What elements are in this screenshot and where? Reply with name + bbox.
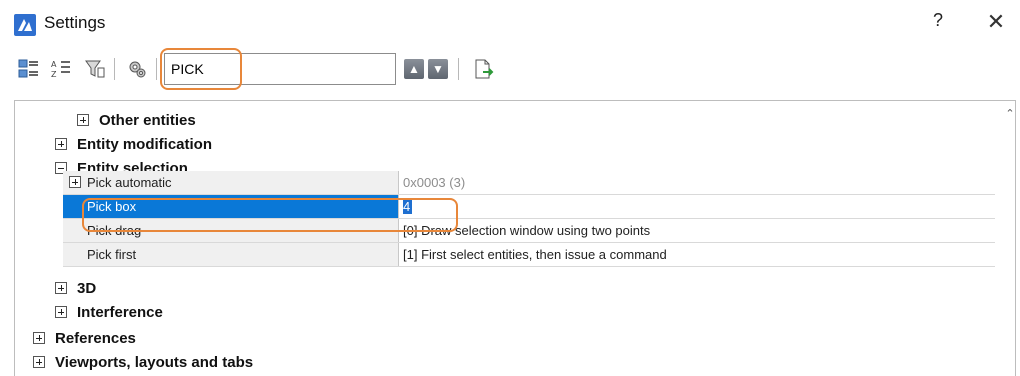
close-button[interactable]: ✕ [982,8,1010,36]
expand-icon[interactable] [33,332,45,344]
search-input[interactable] [169,58,391,80]
search-box [164,53,396,85]
property-name-cell: Pick drag [63,219,399,242]
toolbar-separator [114,58,115,80]
tree-group-entity-modification[interactable]: Entity modification [15,133,995,157]
scroll-up-icon[interactable]: ⌃ [1005,109,1015,120]
property-row-pick-first[interactable]: Pick first [1] First select entities, th… [63,243,995,267]
property-grid: Pick automatic 0x0003 (3) Pick box 4 Pic… [63,171,995,267]
settings-tree: Other entities Entity modification Entit… [14,100,1016,376]
property-value: 0x0003 (3) [403,175,466,190]
group-label: Interference [77,304,163,321]
property-value: [0] Draw selection window using two poin… [403,223,651,238]
toolbar: A Z ▲ ▼ [0,46,1020,94]
alphabetical-view-icon[interactable]: A Z [50,58,72,80]
property-value-cell[interactable]: 0x0003 (3) [399,171,995,194]
group-label: Entity modification [77,136,212,153]
toolbar-separator [156,58,157,80]
group-label: 3D [77,280,97,297]
settings-icon[interactable] [126,58,148,80]
expand-icon[interactable] [69,176,81,188]
window-title: Settings [44,13,106,32]
property-name: Pick drag [87,223,142,238]
move-down-icon[interactable]: ▼ [428,59,448,79]
help-button[interactable]: ? [926,10,950,36]
tree-group-references[interactable]: References [15,327,995,351]
group-label: Other entities [99,112,196,129]
expand-icon[interactable] [77,114,89,126]
group-label: Viewports, layouts and tabs [55,354,254,371]
property-value-cell[interactable]: [0] Draw selection window using two poin… [399,219,995,242]
property-name-cell: Pick first [63,243,399,266]
move-up-icon[interactable]: ▲ [404,59,424,79]
export-icon[interactable] [472,58,494,80]
tree-group-interference[interactable]: Interference [15,301,995,325]
property-name: Pick automatic [87,175,172,190]
app-logo-icon [14,14,36,36]
expand-icon[interactable] [55,138,67,150]
tree-group-3d[interactable]: 3D [15,277,995,301]
tree-group-other-entities[interactable]: Other entities [15,109,995,133]
title-bar: Settings ? ✕ [0,0,1020,46]
expand-icon[interactable] [33,356,45,368]
svg-text:A: A [51,60,57,69]
svg-text:Z: Z [51,70,57,79]
toolbar-separator [458,58,459,80]
property-name: Pick box [87,199,137,214]
vertical-scrollbar[interactable]: ⌃ [1003,101,1015,376]
property-name-cell: Pick box [63,195,399,218]
expand-icon[interactable] [55,282,67,294]
tree-group-viewports-layouts-tabs[interactable]: Viewports, layouts and tabs [15,351,995,375]
categorized-view-icon[interactable] [18,58,40,80]
property-row-pick-automatic[interactable]: Pick automatic 0x0003 (3) [63,171,995,195]
property-name: Pick first [87,247,137,262]
property-name-cell: Pick automatic [63,171,399,194]
expand-icon[interactable] [55,306,67,318]
property-row-pick-drag[interactable]: Pick drag [0] Draw selection window usin… [63,219,995,243]
property-value-input[interactable]: 4 [403,199,410,214]
property-value-cell[interactable]: 4 [399,195,995,218]
property-value-cell[interactable]: [1] First select entities, then issue a … [399,243,995,266]
filter-icon[interactable] [84,58,106,80]
property-value: [1] First select entities, then issue a … [403,247,667,262]
group-label: References [55,330,136,347]
property-row-pick-box[interactable]: Pick box 4 [63,195,995,219]
